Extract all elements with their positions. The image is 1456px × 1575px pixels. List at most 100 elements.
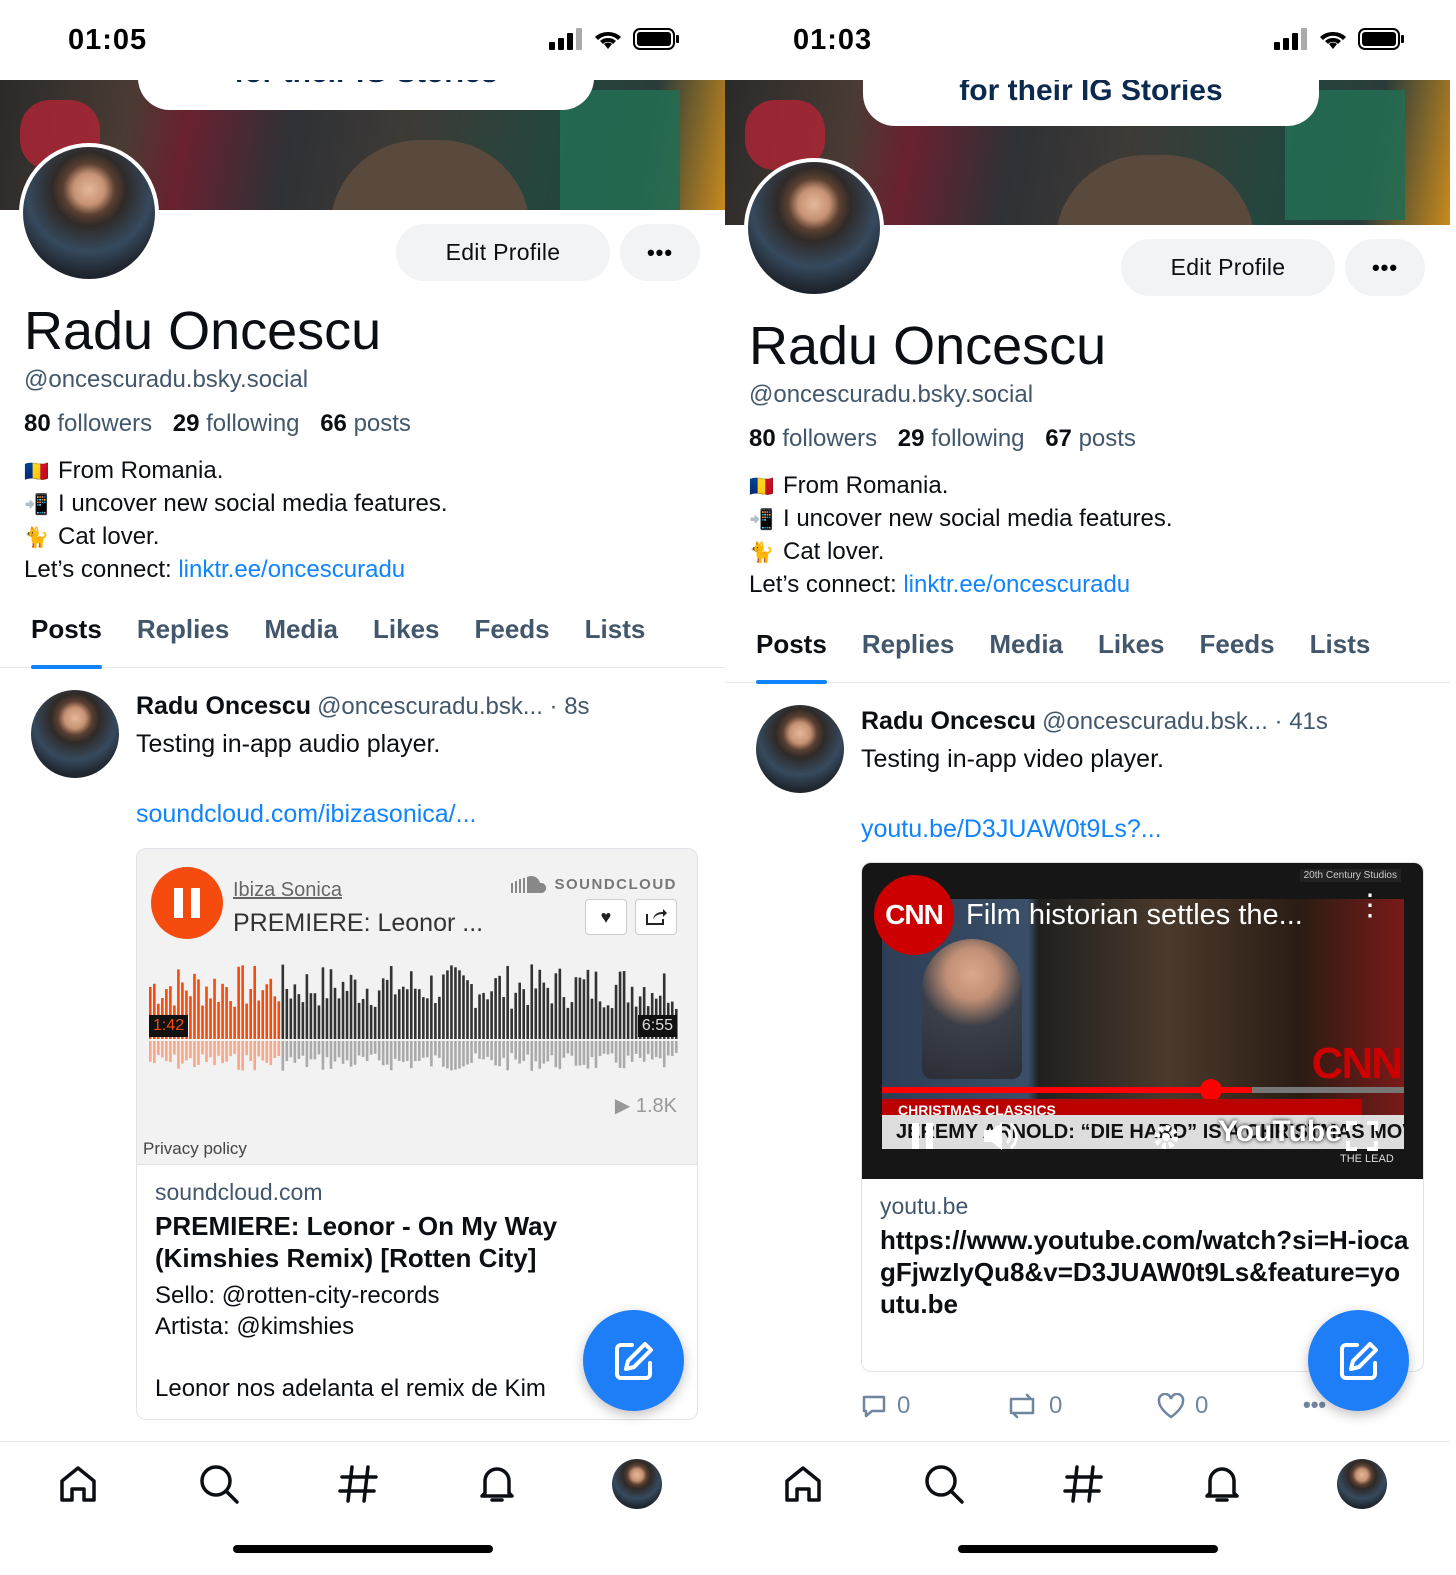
tab-media[interactable]: Media	[264, 608, 338, 668]
video-progress-played[interactable]	[882, 1087, 1252, 1093]
tab-lists[interactable]: Lists	[1310, 623, 1371, 683]
post-link[interactable]: soundcloud.com/ibizasonica/...	[136, 800, 476, 829]
nav-search[interactable]	[193, 1458, 245, 1510]
profile-name: Radu Oncescu	[24, 301, 382, 361]
like-count: 0	[1195, 1392, 1209, 1419]
reply-count: 0	[897, 1392, 911, 1419]
tab-posts[interactable]: Posts	[31, 608, 102, 669]
compose-button[interactable]	[1308, 1310, 1409, 1411]
screen-audio-post: 01:05 for their IG Stories Edit Profile …	[0, 0, 725, 1575]
waveform-scrubber[interactable]	[149, 961, 679, 1073]
studio-tag: 20th Century Studios	[1299, 869, 1401, 882]
video-menu-icon[interactable]: ⋮	[1355, 891, 1385, 921]
cnn-watermark: CNN	[1311, 1039, 1403, 1088]
youtube-logo[interactable]: YouTube	[1218, 1115, 1342, 1149]
tab-posts[interactable]: Posts	[756, 623, 827, 684]
post-avatar[interactable]	[31, 690, 119, 778]
status-time: 01:05	[68, 24, 148, 56]
tab-likes[interactable]: Likes	[373, 608, 440, 668]
more-options-button[interactable]: •••	[620, 224, 700, 281]
nav-feeds[interactable]	[1057, 1458, 1109, 1510]
signal-icon	[1274, 28, 1307, 50]
nav-home[interactable]	[777, 1458, 829, 1510]
tab-lists[interactable]: Lists	[585, 608, 646, 668]
profile-tabs: Posts Replies Media Likes Feeds Lists	[725, 623, 1450, 684]
youtube-player[interactable]: 20th Century Studios CNN Film historian …	[862, 863, 1423, 1179]
followers-stat[interactable]: 80 followers	[749, 425, 877, 452]
status-time: 01:03	[793, 24, 873, 56]
post-author[interactable]: Radu Oncescu	[136, 692, 311, 720]
video-scrubber-handle[interactable]	[1200, 1079, 1222, 1101]
embed-domain: soundcloud.com	[155, 1179, 323, 1205]
nav-feeds[interactable]	[332, 1458, 384, 1510]
tab-replies[interactable]: Replies	[137, 608, 230, 668]
nav-search[interactable]	[918, 1458, 970, 1510]
post-handle[interactable]: @oncescuradu.bsk...	[1042, 708, 1268, 735]
heart-icon	[1157, 1393, 1185, 1419]
repost-icon	[1009, 1393, 1035, 1419]
post-time: · 41s	[1274, 708, 1328, 735]
bottom-nav	[725, 1441, 1450, 1575]
followers-stat[interactable]: 80 followers	[24, 410, 152, 437]
elapsed-time: 1:42	[149, 1015, 189, 1037]
nav-profile[interactable]	[1336, 1458, 1388, 1510]
post-link[interactable]: youtu.be/D3JUAW0t9Ls?...	[861, 815, 1162, 844]
screen-video-post: 01:03 for their IG Stories Edit Profile …	[725, 0, 1450, 1575]
following-stat[interactable]: 29 following	[898, 425, 1025, 452]
tab-feeds[interactable]: Feeds	[1200, 623, 1275, 683]
video-title[interactable]: Film historian settles the...	[966, 899, 1303, 932]
like-button[interactable]: 0	[1157, 1392, 1208, 1420]
post-avatar[interactable]	[756, 705, 844, 793]
reply-icon	[862, 1395, 886, 1418]
track-title[interactable]: PREMIERE: Leonor ...	[233, 909, 483, 938]
post-author[interactable]: Radu Oncescu	[861, 707, 1036, 735]
profile-bio: 🇷🇴 From Romania. 📲 I uncover new social me…	[749, 472, 1173, 598]
edit-profile-button[interactable]: Edit Profile	[396, 224, 610, 281]
settings-gear-icon[interactable]	[1150, 1121, 1182, 1153]
posts-stat: 66 posts	[320, 410, 411, 437]
battery-icon	[1358, 28, 1404, 50]
compose-button[interactable]	[583, 1310, 684, 1411]
bio-link[interactable]: linktr.ee/oncescuradu	[903, 571, 1130, 598]
track-artist[interactable]: Ibiza Sonica	[233, 879, 342, 902]
nav-avatar	[1337, 1459, 1387, 1509]
following-stat[interactable]: 29 following	[173, 410, 300, 437]
tab-likes[interactable]: Likes	[1098, 623, 1165, 683]
bottom-nav	[0, 1441, 725, 1575]
pause-icon[interactable]	[910, 1121, 936, 1151]
signal-icon	[549, 28, 582, 50]
nav-avatar	[612, 1459, 662, 1509]
edit-profile-button[interactable]: Edit Profile	[1121, 239, 1335, 296]
nav-notifications[interactable]	[1196, 1458, 1248, 1510]
video-progress-remaining[interactable]	[1252, 1087, 1404, 1093]
bio-link[interactable]: linktr.ee/oncescuradu	[178, 556, 405, 583]
bell-icon	[1205, 1467, 1239, 1502]
volume-icon[interactable]	[982, 1119, 1022, 1153]
pause-button[interactable]	[151, 867, 223, 939]
nav-profile[interactable]	[611, 1458, 663, 1510]
reply-button[interactable]: 0	[861, 1392, 910, 1420]
privacy-policy-link[interactable]: Privacy policy	[143, 1139, 247, 1159]
embed-title: https://www.youtube.com/watch?si=H-iocag…	[880, 1225, 1409, 1319]
home-icon	[60, 1466, 96, 1502]
post-handle[interactable]: @oncescuradu.bsk...	[317, 693, 543, 720]
repost-button[interactable]: 0	[1005, 1392, 1062, 1420]
profile-avatar[interactable]	[19, 143, 159, 283]
soundcloud-logo[interactable]: SOUNDCLOUD	[510, 875, 678, 893]
fullscreen-icon[interactable]	[1346, 1121, 1378, 1151]
status-bar: 01:05	[0, 0, 725, 80]
share-button[interactable]	[635, 899, 677, 935]
profile-avatar[interactable]	[744, 158, 884, 298]
tab-replies[interactable]: Replies	[862, 623, 955, 683]
nav-notifications[interactable]	[471, 1458, 523, 1510]
tab-feeds[interactable]: Feeds	[475, 608, 550, 668]
hashtag-icon	[1063, 1465, 1103, 1503]
channel-logo[interactable]: CNN	[874, 875, 954, 955]
link-embed-card[interactable]: 20th Century Studios CNN Film historian …	[861, 862, 1424, 1372]
tab-media[interactable]: Media	[989, 623, 1063, 683]
nav-home[interactable]	[52, 1458, 104, 1510]
phone-icon: 📲	[24, 494, 49, 516]
network-tag: THE LEAD	[1340, 1153, 1394, 1165]
like-heart-button[interactable]: ♥	[585, 899, 627, 935]
more-options-button[interactable]: •••	[1345, 239, 1425, 296]
